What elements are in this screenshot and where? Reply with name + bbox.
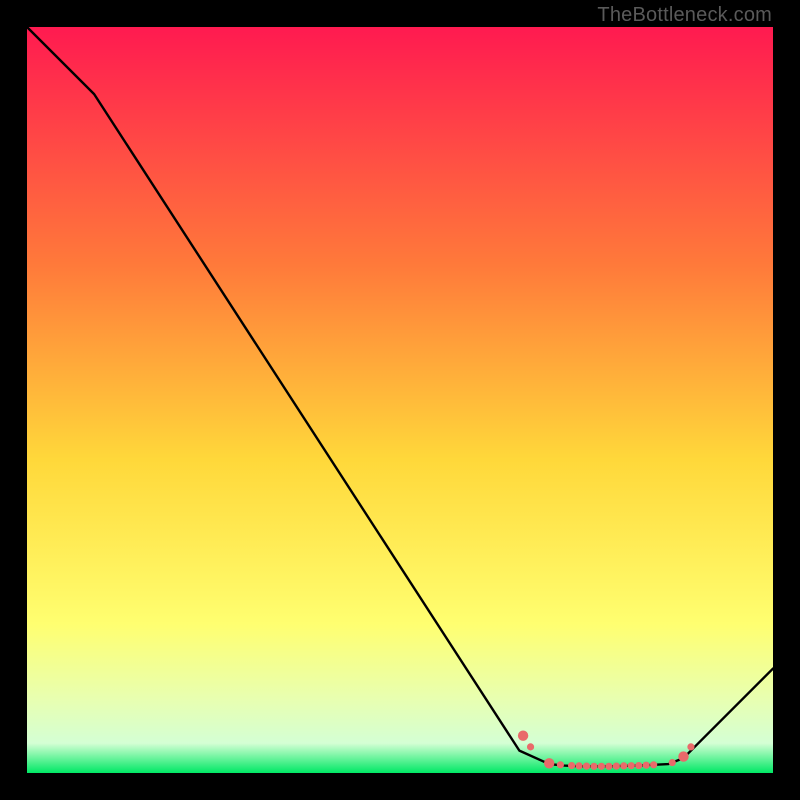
highlight-dot (557, 761, 564, 768)
chart-svg (27, 27, 773, 773)
highlight-dot (687, 743, 694, 750)
highlight-dot (575, 762, 582, 769)
highlight-dot (628, 762, 635, 769)
highlight-dot (544, 758, 554, 768)
chart-container: TheBottleneck.com (0, 0, 800, 800)
highlight-dot (620, 762, 627, 769)
highlight-dot (590, 763, 597, 770)
gradient-background (27, 27, 773, 773)
highlight-dot (678, 751, 688, 761)
highlight-dot (650, 761, 657, 768)
plot-area (27, 27, 773, 773)
highlight-dot (635, 762, 642, 769)
highlight-dot (643, 762, 650, 769)
highlight-dot (613, 763, 620, 770)
highlight-dot (583, 763, 590, 770)
watermark-text: TheBottleneck.com (597, 4, 772, 27)
highlight-dot (598, 763, 605, 770)
highlight-dot (568, 762, 575, 769)
highlight-dot (605, 763, 612, 770)
highlight-dot (527, 743, 534, 750)
highlight-dot (669, 759, 676, 766)
highlight-dot (518, 731, 528, 741)
